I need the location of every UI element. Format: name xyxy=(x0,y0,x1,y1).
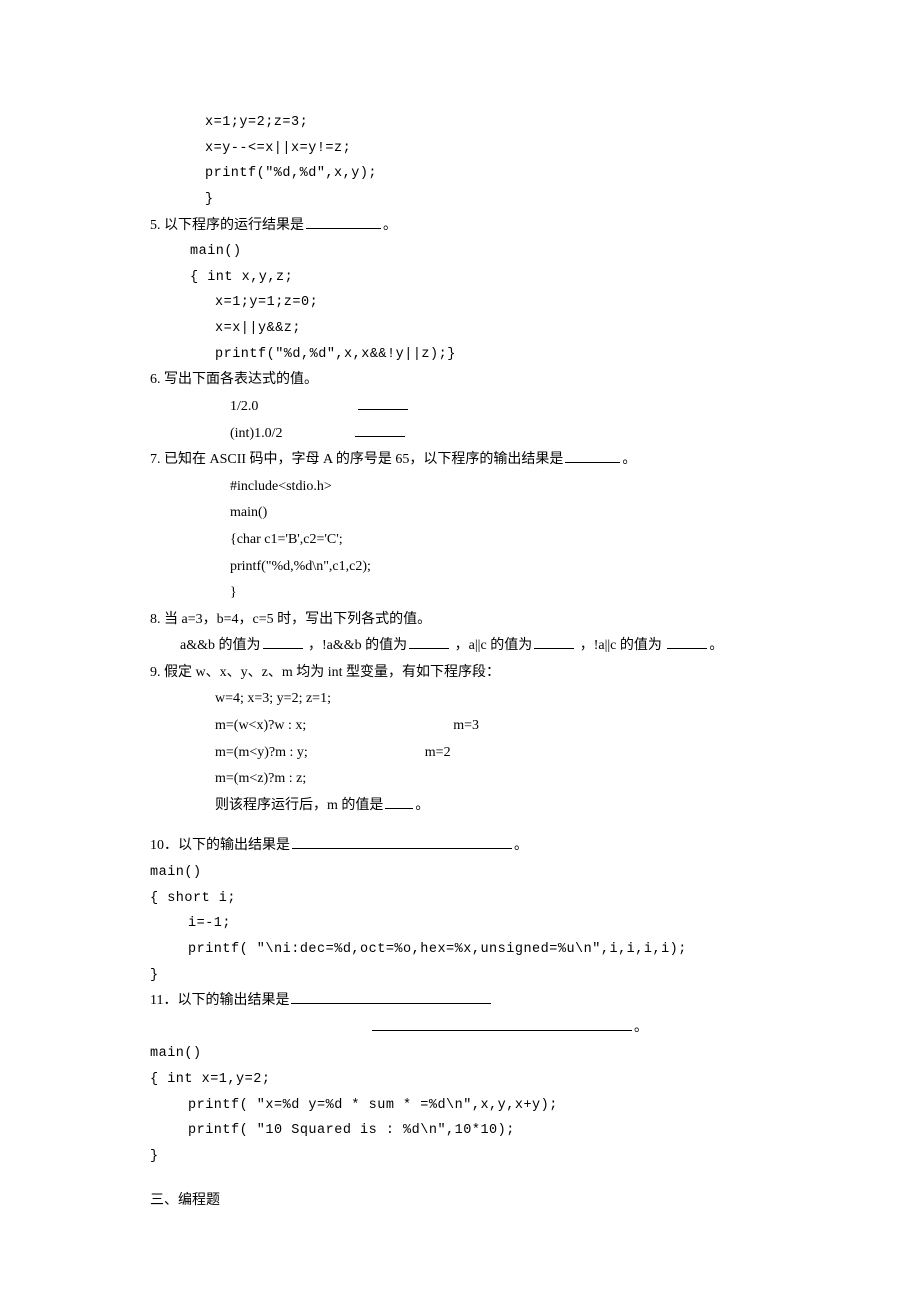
q11-code-line: { int x=1,y=2; xyxy=(150,1067,790,1093)
blank xyxy=(263,648,303,649)
q4-code-line: printf("%d,%d",x,y); xyxy=(150,161,790,187)
q7-code-line: {char c1='B',c2='C'; xyxy=(150,527,790,554)
q7-code-line: } xyxy=(150,580,790,607)
q11-prompt: 11．以下的输出结果是 xyxy=(150,988,790,1015)
q4-code-line: x=y--<=x||x=y!=z; xyxy=(150,136,790,162)
expr: 1/2.0 xyxy=(230,399,258,414)
q10-text: 以下的输出结果是 xyxy=(178,838,290,853)
q4-code-line: x=1;y=2;z=3; xyxy=(150,110,790,136)
q7-prompt: 7. 已知在 ASCII 码中，字母 A 的序号是 65，以下程序的输出结果是 。 xyxy=(150,447,790,474)
blank xyxy=(409,648,449,649)
blank xyxy=(355,436,405,437)
period: 。 xyxy=(634,1020,648,1035)
blank xyxy=(292,848,512,849)
q10-code-line: main() xyxy=(150,860,790,886)
p1: a&&b 的值为 xyxy=(180,638,261,653)
q8-blanks: a&&b 的值为 ，!a&&b 的值为 ，a||c 的值为 ，!a||c 的值为… xyxy=(150,633,790,660)
q7-text: 已知在 ASCII 码中，字母 A 的序号是 65，以下程序的输出结果是 xyxy=(164,452,563,467)
q9-tail: 则该程序运行后，m 的值是 。 xyxy=(150,793,790,820)
period: 。 xyxy=(415,798,429,813)
blank xyxy=(534,648,574,649)
q8-text: 当 a=3，b=4，c=5 时，写出下列各式的值。 xyxy=(164,612,431,627)
q8-prompt: 8. 当 a=3，b=4，c=5 时，写出下列各式的值。 xyxy=(150,607,790,634)
expr: (int)1.0/2 xyxy=(230,426,283,441)
blank xyxy=(372,1030,632,1031)
q7-code-line: #include<stdio.h> xyxy=(150,474,790,501)
blank xyxy=(565,462,620,463)
blank xyxy=(291,1003,491,1004)
q11-code-line: printf( "x=%d y=%d * sum * =%d\n",x,y,x+… xyxy=(150,1093,790,1119)
q11-blank-line: 。 xyxy=(150,1015,790,1042)
q9-code-line: w=4; x=3; y=2; z=1; xyxy=(150,686,790,713)
q5-code-line: { int x,y,z; xyxy=(150,265,790,291)
p2: ，!a&&b 的值为 xyxy=(308,638,407,653)
tail-text: 则该程序运行后，m 的值是 xyxy=(215,798,383,813)
q9-num: 9. xyxy=(150,665,161,680)
q6-expr1: 1/2.0 xyxy=(150,394,790,421)
q10-num: 10． xyxy=(150,838,178,853)
q6-prompt: 6. 写出下面各表达式的值。 xyxy=(150,367,790,394)
period: 。 xyxy=(709,638,723,653)
q7-code-line: printf("%d,%d\n",c1,c2); xyxy=(150,554,790,581)
document-body: x=1;y=2;z=3; x=y--<=x||x=y!=z; printf("%… xyxy=(150,110,790,1214)
q11-code-line: main() xyxy=(150,1041,790,1067)
q10-code-line: } xyxy=(150,963,790,989)
q8-num: 8. xyxy=(150,612,161,627)
q9-text: 假定 w、x、y、z、m 均为 int 型变量，有如下程序段： xyxy=(164,665,500,680)
q6-num: 6. xyxy=(150,372,161,387)
section-3-heading: 三、编程题 xyxy=(150,1188,790,1215)
p3: ，a||c 的值为 xyxy=(455,638,533,653)
q5-prompt: 5. 以下程序的运行结果是 。 xyxy=(150,213,790,240)
q7-num: 7. xyxy=(150,452,161,467)
code: m=(m<y)?m : y; xyxy=(215,745,308,760)
q5-code-line: x=x||y&&z; xyxy=(150,316,790,342)
section-title: 三、编程题 xyxy=(150,1193,220,1208)
q9-code-line: m=(m<z)?m : z; xyxy=(150,766,790,793)
q5-text: 以下程序的运行结果是 xyxy=(164,218,304,233)
q11-text: 以下的输出结果是 xyxy=(177,993,289,1008)
q10-code-line: i=-1; xyxy=(150,911,790,937)
period: 。 xyxy=(622,452,636,467)
q11-num: 11． xyxy=(150,993,177,1008)
blank xyxy=(667,648,707,649)
q10-code-line: printf( "\ni:dec=%d,oct=%o,hex=%x,unsign… xyxy=(150,937,790,963)
q10-code-line: { short i; xyxy=(150,886,790,912)
q11-code-line: } xyxy=(150,1144,790,1170)
q9-code-line: m=(m<y)?m : y; m=2 xyxy=(150,740,790,767)
q10-prompt: 10．以下的输出结果是 。 xyxy=(150,833,790,860)
q9-prompt: 9. 假定 w、x、y、z、m 均为 int 型变量，有如下程序段： xyxy=(150,660,790,687)
q6-expr2: (int)1.0/2 xyxy=(150,421,790,448)
code: m=(w<x)?w : x; xyxy=(215,718,306,733)
blank xyxy=(385,808,413,809)
q5-code-line: main() xyxy=(150,239,790,265)
period: 。 xyxy=(383,218,397,233)
q6-text: 写出下面各表达式的值。 xyxy=(164,372,318,387)
period: 。 xyxy=(514,838,528,853)
p4: ，!a||c 的值为 xyxy=(580,638,662,653)
ans: m=2 xyxy=(425,745,451,760)
q5-code-line: x=1;y=1;z=0; xyxy=(150,290,790,316)
q7-code-line: main() xyxy=(150,500,790,527)
ans: m=3 xyxy=(453,718,479,733)
blank xyxy=(358,409,408,410)
q5-code-line: printf("%d,%d",x,x&&!y||z);} xyxy=(150,342,790,368)
q9-code-line: m=(w<x)?w : x; m=3 xyxy=(150,713,790,740)
q11-code-line: printf( "10 Squared is : %d\n",10*10); xyxy=(150,1118,790,1144)
blank xyxy=(306,228,381,229)
q4-code-line: } xyxy=(150,187,790,213)
q5-num: 5. xyxy=(150,218,161,233)
